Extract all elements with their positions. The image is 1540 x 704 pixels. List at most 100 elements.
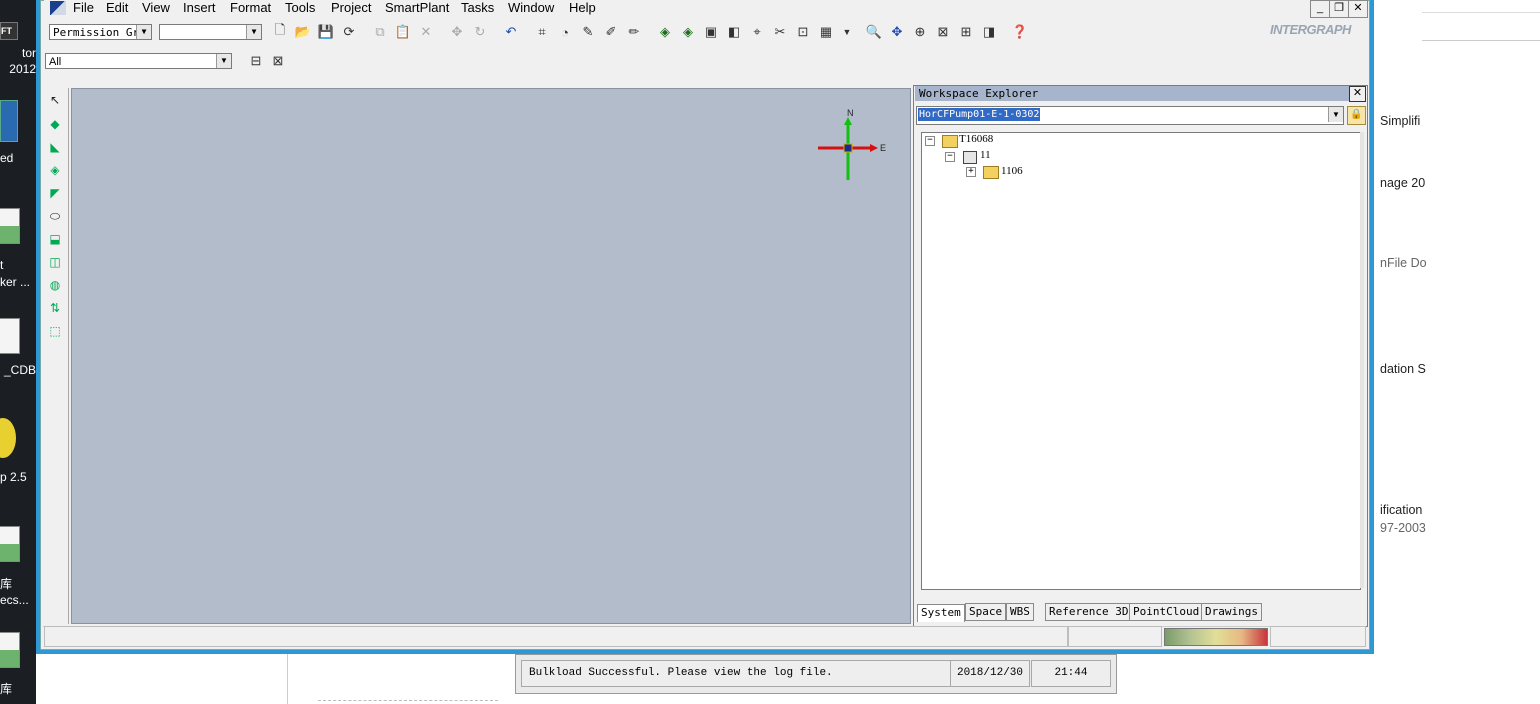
filter-clear-icon[interactable]: ⊠ xyxy=(268,51,288,71)
menu-tasks[interactable]: Tasks xyxy=(461,0,494,15)
graphic-view[interactable] xyxy=(71,88,911,624)
paste-icon[interactable]: 📋 xyxy=(393,22,413,42)
menu-format[interactable]: Format xyxy=(230,0,271,15)
compass-icon: N E xyxy=(818,108,886,180)
edit-icon[interactable]: ✐ xyxy=(601,22,621,42)
delete-icon[interactable]: ✕ xyxy=(416,22,436,42)
filter-select-icon[interactable]: ⊟ xyxy=(246,51,266,71)
desktop-background: FT tor 2012 ed t ker ... _CDB p 2.5 库 ec… xyxy=(0,0,36,704)
view-front-icon[interactable]: ◧ xyxy=(724,22,744,42)
select-icon[interactable]: ⌗ xyxy=(532,22,552,42)
chevron-down-icon[interactable]: ▼ xyxy=(1328,107,1343,122)
connect-icon[interactable]: ⇅ xyxy=(46,299,64,317)
tab-drawings[interactable]: Drawings xyxy=(1201,603,1262,621)
spreadsheet-icon[interactable] xyxy=(0,208,20,244)
place-equipment-icon[interactable]: ◆ xyxy=(46,115,64,133)
document-icon[interactable] xyxy=(0,318,20,354)
close-button[interactable]: ✕ xyxy=(1348,0,1368,18)
pan-icon[interactable]: ✥ xyxy=(887,22,907,42)
menu-smartplant[interactable]: SmartPlant xyxy=(385,0,449,15)
view-clip-icon[interactable]: ⊡ xyxy=(793,22,813,42)
check-icon[interactable]: ✎ xyxy=(578,22,598,42)
place-component-icon[interactable]: ◤ xyxy=(46,184,64,202)
place-port-icon[interactable]: ◍ xyxy=(46,276,64,294)
menu-view[interactable]: View xyxy=(142,0,170,15)
tree-node-label[interactable]: 1106 xyxy=(1001,165,1023,177)
bulkload-time: 21:44 xyxy=(1031,660,1111,687)
view-iso-icon[interactable]: ◈ xyxy=(678,22,698,42)
expand-toggle[interactable]: + xyxy=(966,167,976,177)
workspace-explorer-title: Workspace Explorer xyxy=(915,86,1365,101)
tree-node-label[interactable]: T16068 xyxy=(959,133,993,145)
tree-node-label[interactable]: 11 xyxy=(980,149,991,161)
app-shortcut-icon[interactable] xyxy=(0,100,18,142)
close-icon[interactable]: ✕ xyxy=(1349,86,1366,102)
ft-icon[interactable]: FT xyxy=(0,22,18,40)
tab-reference-3d[interactable]: Reference 3D xyxy=(1045,603,1133,621)
menu-tools[interactable]: Tools xyxy=(285,0,315,15)
render-icon[interactable]: ▦ xyxy=(816,22,836,42)
desktop-label: _CDB xyxy=(3,363,36,377)
save-icon[interactable]: 💾 xyxy=(316,22,336,42)
place-foundation-icon[interactable]: ⬓ xyxy=(46,230,64,248)
app-logo-icon[interactable] xyxy=(50,1,66,15)
place-box-icon[interactable]: ⬚ xyxy=(46,322,64,340)
fit-icon[interactable]: ⊠ xyxy=(933,22,953,42)
menu-file[interactable]: File xyxy=(73,0,94,15)
place-design-icon[interactable]: ◫ xyxy=(46,253,64,271)
tab-space[interactable]: Space xyxy=(965,603,1007,621)
system-icon xyxy=(963,151,977,164)
move-icon[interactable]: ✥ xyxy=(447,22,467,42)
tab-pointcloud[interactable]: PointCloud xyxy=(1129,603,1204,621)
help-icon[interactable]: ❓ xyxy=(1010,22,1030,42)
bg-doc-line: 97-2003 xyxy=(1380,521,1426,535)
spreadsheet-icon[interactable] xyxy=(0,632,20,668)
refresh-icon[interactable]: ⟳ xyxy=(339,22,359,42)
chevron-down-icon[interactable]: ▼ xyxy=(246,25,261,39)
tool-icon[interactable] xyxy=(0,418,16,458)
measure-icon[interactable]: ◔ xyxy=(555,22,575,42)
new-file-icon[interactable]: 🗋 xyxy=(270,22,290,42)
chevron-down-icon[interactable]: ▼ xyxy=(136,25,151,39)
minimize-button[interactable]: _ xyxy=(1310,0,1330,18)
menu-help[interactable]: Help xyxy=(569,0,596,15)
folder-icon xyxy=(942,135,958,148)
pencil-icon[interactable]: ✏ xyxy=(624,22,644,42)
place-nozzle-icon[interactable]: ◣ xyxy=(46,138,64,156)
permission-group-combo[interactable]: Permission Gro ▼ xyxy=(49,24,152,40)
performance-gauge xyxy=(1164,628,1268,646)
menu-window[interactable]: Window xyxy=(508,0,554,15)
undo-icon[interactable]: ↶ xyxy=(501,22,521,42)
lock-icon[interactable]: 🔒 xyxy=(1347,106,1366,125)
desktop-label: 库 xyxy=(0,577,13,591)
filter-combo[interactable]: All ▼ xyxy=(45,53,232,69)
second-combo[interactable]: ▼ xyxy=(159,24,262,40)
menu-project[interactable]: Project xyxy=(331,0,371,15)
workspace-tree xyxy=(921,132,1361,590)
tab-wbs[interactable]: WBS xyxy=(1006,603,1034,621)
zoom-area-icon[interactable]: ⌖ xyxy=(747,22,767,42)
view-top-icon[interactable]: ▣ xyxy=(701,22,721,42)
place-cylinder-icon[interactable]: ⬭ xyxy=(46,207,64,225)
view-3d-icon[interactable]: ◈ xyxy=(655,22,675,42)
zoom-window-icon[interactable]: ⊕ xyxy=(910,22,930,42)
named-views-icon[interactable]: ◨ xyxy=(979,22,999,42)
collapse-toggle[interactable]: − xyxy=(945,152,955,162)
tab-system[interactable]: System xyxy=(917,604,965,622)
select-arrow-icon[interactable]: ↖ xyxy=(46,91,64,109)
zoom-icon[interactable]: 🔍 xyxy=(864,22,884,42)
menu-insert[interactable]: Insert xyxy=(183,0,216,15)
menu-edit[interactable]: Edit xyxy=(106,0,128,15)
tree-scrollbar[interactable] xyxy=(1360,132,1364,588)
common-views-icon[interactable]: ⊞ xyxy=(956,22,976,42)
rotate-icon[interactable]: ↻ xyxy=(470,22,490,42)
spreadsheet-icon[interactable] xyxy=(0,526,20,562)
collapse-toggle[interactable]: − xyxy=(925,136,935,146)
chevron-down-icon[interactable]: ▼ xyxy=(216,54,231,68)
restore-button[interactable]: ❐ xyxy=(1329,0,1349,18)
copy-icon[interactable]: ⧉ xyxy=(370,22,390,42)
open-folder-icon[interactable]: 📂 xyxy=(293,22,313,42)
chevron-down-icon[interactable]: ▼ xyxy=(837,22,857,42)
clip-icon[interactable]: ✂ xyxy=(770,22,790,42)
place-shape-icon[interactable]: ◈ xyxy=(46,161,64,179)
